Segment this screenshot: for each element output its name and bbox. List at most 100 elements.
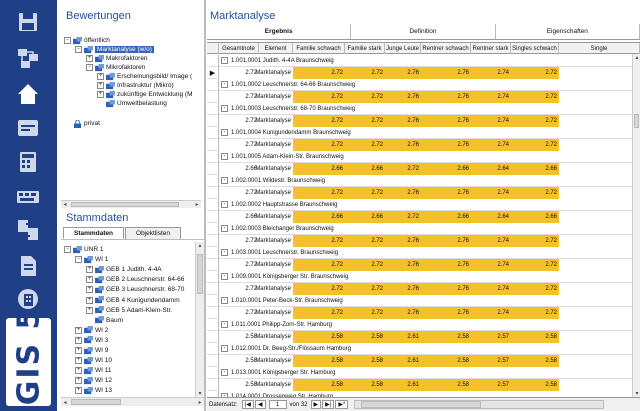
table-cell[interactable]: 2.72 bbox=[293, 91, 345, 103]
row-selector[interactable] bbox=[207, 247, 219, 259]
collapse-icon[interactable]: - bbox=[221, 129, 228, 136]
row-selector[interactable] bbox=[207, 379, 219, 391]
table-cell[interactable]: 2.58 bbox=[219, 331, 259, 343]
network-nav-button[interactable] bbox=[9, 44, 47, 74]
table-cell[interactable]: Marktanalyse bbox=[255, 379, 293, 391]
scroll-thumb[interactable] bbox=[71, 202, 179, 207]
group-row[interactable]: -1.001.0003 Leuschnerstr. 68-70 Braunsch… bbox=[207, 103, 640, 115]
table-cell[interactable]: 2.76 bbox=[421, 139, 471, 151]
table-cell[interactable]: 2.72 bbox=[219, 91, 259, 103]
table-row[interactable]: 2.72 Marktanalyse 2.72 2.72 2.76 2.76 2.74 2.72 bbox=[207, 235, 640, 247]
calculator-nav-button[interactable] bbox=[9, 148, 47, 178]
collapse-icon[interactable]: - bbox=[221, 153, 228, 160]
group-row[interactable]: -1.001.0002 Leuschnerstr. 64-66 Braunsch… bbox=[207, 79, 640, 91]
table-cell[interactable]: 2.72 bbox=[293, 139, 345, 151]
tree-node[interactable]: - Mikrofaktoren bbox=[86, 63, 145, 72]
table-cell[interactable]: 2.66 bbox=[421, 211, 471, 223]
table-cell[interactable]: 2.72 bbox=[385, 211, 421, 223]
row-selector[interactable] bbox=[207, 187, 219, 199]
collapse-icon[interactable]: - bbox=[75, 256, 82, 264]
table-cell[interactable]: 2.76 bbox=[385, 259, 421, 271]
tree-node[interactable]: + GEB 3 Leuschnerstr. 68-70 bbox=[86, 285, 184, 294]
table-row[interactable]: 2.66 Marktanalyse 2.66 2.66 2.72 2.66 2.64 2.66 bbox=[207, 163, 640, 175]
collapse-icon[interactable]: - bbox=[221, 201, 228, 208]
tree-node[interactable]: Baum bbox=[86, 316, 123, 325]
column-header[interactable]: Rentner schwach bbox=[421, 43, 471, 54]
tree-node[interactable]: Umweltbelastung bbox=[97, 99, 167, 108]
table-cell[interactable]: 2.76 bbox=[421, 91, 471, 103]
collapse-icon[interactable]: - bbox=[86, 64, 93, 71]
card-nav-button[interactable] bbox=[9, 114, 47, 144]
scroll-right-icon[interactable]: ▸ bbox=[193, 201, 201, 208]
group-row[interactable]: -1.011.0001 Philipp-Zorn-Str. Hamburg bbox=[207, 319, 640, 331]
table-row[interactable]: 2.72 Marktanalyse 2.72 2.72 2.76 2.76 2.74 2.72 bbox=[207, 139, 640, 151]
scroll-left-icon[interactable]: ◂ bbox=[61, 399, 69, 406]
table-cell[interactable]: 2.58 bbox=[345, 379, 385, 391]
table-cell[interactable]: Marktanalyse bbox=[255, 283, 293, 295]
collapse-icon[interactable]: - bbox=[221, 273, 228, 280]
row-selector[interactable] bbox=[207, 271, 219, 283]
table-cell[interactable]: 2.74 bbox=[471, 91, 511, 103]
tab-objektlisten[interactable]: Objektlisten bbox=[125, 227, 181, 239]
expand-icon[interactable]: + bbox=[86, 266, 93, 274]
table-cell[interactable]: 2.72 bbox=[293, 259, 345, 271]
row-selector[interactable] bbox=[207, 223, 219, 235]
table-row[interactable]: 2.58 Marktanalyse 2.58 2.58 2.61 2.58 2.57 2.58 bbox=[207, 331, 640, 343]
bewertungen-hscrollbar[interactable]: ◂ ▸ bbox=[61, 200, 201, 208]
row-selector[interactable] bbox=[207, 307, 219, 319]
collapse-icon[interactable]: - bbox=[75, 46, 82, 53]
group-row[interactable]: -1.013.0001 Königsberger Str. Hamburg bbox=[207, 367, 640, 379]
table-cell[interactable]: 2.66 bbox=[421, 163, 471, 175]
row-selector[interactable] bbox=[207, 355, 219, 367]
table-cell[interactable]: 2.76 bbox=[421, 259, 471, 271]
table-cell[interactable]: 2.72 bbox=[293, 187, 345, 199]
table-cell[interactable]: 2.58 bbox=[421, 331, 471, 343]
table-row[interactable]: 2.72 Marktanalyse 2.72 2.72 2.76 2.76 2.74 2.72 bbox=[207, 187, 640, 199]
table-cell[interactable]: Marktanalyse bbox=[255, 187, 293, 199]
table-cell[interactable]: 2.58 bbox=[293, 331, 345, 343]
table-cell[interactable]: Marktanalyse bbox=[255, 355, 293, 367]
group-row[interactable]: -1.012.0001 Dr. Beeg-Str./Flössaum Hambu… bbox=[207, 343, 640, 355]
table-cell[interactable]: 2.72 bbox=[219, 259, 259, 271]
table-cell[interactable]: 2.76 bbox=[421, 307, 471, 319]
table-cell[interactable]: 2.58 bbox=[511, 379, 559, 391]
row-selector[interactable] bbox=[207, 103, 219, 115]
table-cell[interactable]: 2.72 bbox=[511, 139, 559, 151]
row-selector[interactable]: ▶ bbox=[207, 67, 219, 79]
expand-icon[interactable]: + bbox=[86, 276, 93, 284]
table-cell[interactable]: 2.74 bbox=[471, 187, 511, 199]
row-selector[interactable] bbox=[207, 91, 219, 103]
row-selector[interactable] bbox=[207, 175, 219, 187]
table-cell[interactable]: 2.72 bbox=[345, 235, 385, 247]
table-cell[interactable]: 2.76 bbox=[421, 283, 471, 295]
table-cell[interactable]: 2.58 bbox=[511, 331, 559, 343]
table-row[interactable]: 2.66 Marktanalyse 2.66 2.66 2.72 2.66 2.64 2.66 bbox=[207, 211, 640, 223]
table-cell[interactable]: 2.72 bbox=[293, 307, 345, 319]
table-cell[interactable]: 2.76 bbox=[385, 307, 421, 319]
tree-node[interactable]: + GEB 1 Judith. 4-4A bbox=[86, 265, 162, 274]
row-selector[interactable] bbox=[207, 331, 219, 343]
collapse-icon[interactable]: - bbox=[221, 57, 228, 64]
new-record-button[interactable]: ▶* bbox=[335, 400, 349, 409]
table-cell[interactable]: 2.72 bbox=[345, 139, 385, 151]
row-selector[interactable] bbox=[207, 211, 219, 223]
tree-node[interactable]: - öffentlich bbox=[64, 36, 110, 45]
collapse-icon[interactable]: - bbox=[221, 345, 228, 352]
table-row[interactable]: 2.58 Marktanalyse 2.58 2.58 2.61 2.58 2.57 2.58 bbox=[207, 355, 640, 367]
column-header[interactable]: Gesamtnote bbox=[219, 43, 259, 54]
group-row[interactable]: -1.001.0001 Judith. 4-4A Braunschweig bbox=[207, 55, 640, 67]
table-cell[interactable]: 2.64 bbox=[471, 211, 511, 223]
collapse-icon[interactable]: - bbox=[221, 105, 228, 112]
table-cell[interactable]: 2.58 bbox=[345, 355, 385, 367]
column-header[interactable]: Element bbox=[259, 43, 293, 54]
next-record-button[interactable]: ▶ bbox=[310, 400, 322, 409]
pane-splitter[interactable] bbox=[204, 0, 206, 411]
table-cell[interactable]: 2.72 bbox=[511, 67, 559, 79]
transfer-nav-button[interactable] bbox=[9, 216, 47, 246]
row-selector[interactable] bbox=[207, 127, 219, 139]
row-selector[interactable] bbox=[207, 235, 219, 247]
group-row[interactable]: -1.003.0001 Leuschnerstr. Braunschweig bbox=[207, 247, 640, 259]
collapse-icon[interactable]: - bbox=[221, 81, 228, 88]
table-cell[interactable]: 2.58 bbox=[293, 355, 345, 367]
tree-node[interactable]: + Makrofaktoren bbox=[86, 54, 148, 63]
